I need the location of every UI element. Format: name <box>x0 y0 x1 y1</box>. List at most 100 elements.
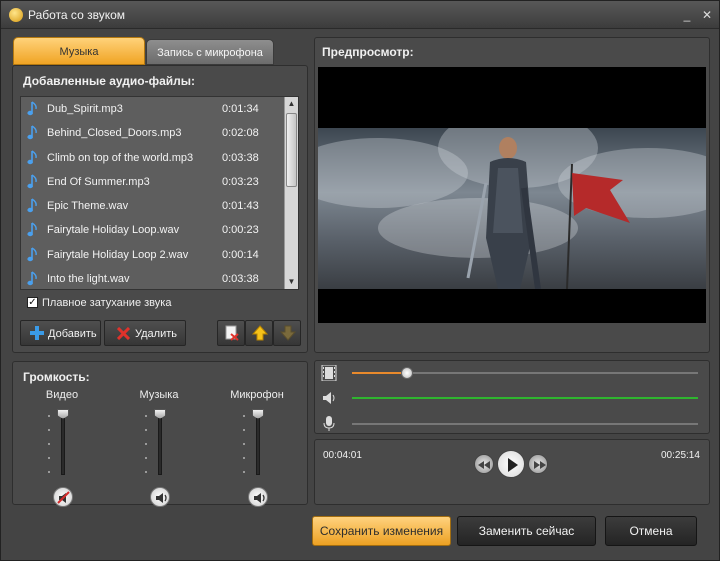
total-time: 00:25:14 <box>661 450 700 461</box>
audio-dialog-window: Работа со звуком _ ✕ Музыка Запись с мик… <box>0 0 720 561</box>
delete-label: Удалить <box>135 328 177 340</box>
music-mute-button[interactable] <box>150 487 170 507</box>
list-item[interactable]: Climb on top of the world.mp3 0:03:38 <box>21 146 298 170</box>
list-scrollbar[interactable]: ▲ ▼ <box>284 97 298 289</box>
microphone-mute-button[interactable] <box>248 487 268 507</box>
replace-now-button[interactable]: Заменить сейчас <box>457 516 596 546</box>
preview-heading: Предпросмотр: <box>322 45 414 59</box>
plus-icon <box>30 326 44 340</box>
file-name: Fairytale Holiday Loop.wav <box>47 224 180 237</box>
file-duration: 0:03:23 <box>222 175 259 188</box>
fast-forward-button[interactable] <box>528 454 548 474</box>
fade-checkbox[interactable]: ✓ <box>27 297 38 308</box>
file-duration: 0:02:08 <box>222 127 259 140</box>
volume-heading: Громкость: <box>23 370 90 384</box>
volume-ticks <box>243 415 245 477</box>
file-duration: 0:01:43 <box>222 200 259 213</box>
move-down-button[interactable] <box>273 320 301 346</box>
trim-audio-button[interactable] <box>217 320 245 346</box>
fade-label: Плавное затухание звука <box>42 297 172 309</box>
scroll-down-icon[interactable]: ▼ <box>285 276 298 288</box>
arrow-down-icon <box>280 325 296 341</box>
file-name: Climb on top of the world.mp3 <box>47 151 194 164</box>
music-note-icon <box>27 198 37 213</box>
rewind-icon <box>478 461 490 469</box>
speaker-muted-icon <box>57 491 70 504</box>
microphone-timeline-row <box>318 413 706 435</box>
file-name: End Of Summer.mp3 <box>47 175 150 188</box>
add-audio-button[interactable]: Добавить <box>20 320 101 346</box>
video-volume-label: Видео <box>45 389 79 401</box>
speaker-icon <box>156 493 167 503</box>
scroll-up-icon[interactable]: ▲ <box>285 98 298 110</box>
file-duration: 0:01:34 <box>222 103 259 115</box>
list-item[interactable]: Fairytale Holiday Loop 2.wav 0:00:14 <box>21 243 298 267</box>
video-progress-knob[interactable] <box>401 367 414 379</box>
delete-icon <box>117 327 130 340</box>
file-duration: 0:00:23 <box>222 224 259 237</box>
scroll-thumb[interactable] <box>286 113 297 187</box>
film-icon <box>321 365 337 381</box>
app-icon <box>9 8 23 22</box>
play-icon <box>508 458 518 472</box>
video-progress-slider[interactable] <box>352 367 698 379</box>
audio-files-heading: Добавленные аудио-файлы: <box>23 74 196 88</box>
window-title: Работа со звуком <box>28 8 125 22</box>
file-name: Into the light.wav <box>47 273 130 286</box>
music-note-icon <box>27 222 37 237</box>
play-button[interactable] <box>497 450 525 478</box>
microphone-volume-slider[interactable] <box>256 413 260 475</box>
video-mute-button[interactable] <box>53 487 73 507</box>
close-icon[interactable]: ✕ <box>699 7 715 23</box>
preview-frame <box>318 128 706 289</box>
current-time: 00:04:01 <box>323 450 362 461</box>
file-duration: 0:03:38 <box>222 151 259 164</box>
video-volume-slider[interactable] <box>61 413 65 475</box>
document-edit-icon <box>225 325 239 341</box>
audio-file-list[interactable]: Dub_Spirit.mp3 0:01:34 Behind_Closed_Doors… <box>20 96 299 290</box>
delete-audio-button[interactable]: Удалить <box>104 320 186 346</box>
music-note-icon <box>27 247 37 261</box>
move-up-button[interactable] <box>245 320 273 346</box>
microphone-volume-label: Микрофон <box>230 389 284 401</box>
speaker-icon <box>323 392 335 404</box>
music-volume-slider[interactable] <box>158 413 162 475</box>
music-note-icon <box>27 149 37 164</box>
music-track-line[interactable] <box>352 397 698 399</box>
file-name: Epic Theme.wav <box>47 200 129 213</box>
arrow-up-icon <box>252 325 268 341</box>
fast-forward-icon <box>534 461 546 469</box>
microphone-track-line[interactable] <box>352 423 698 425</box>
file-duration: 0:03:38 <box>222 273 259 286</box>
save-changes-button[interactable]: Сохранить изменения <box>312 516 451 546</box>
video-timeline-row <box>318 362 706 384</box>
list-item[interactable]: End Of Summer.mp3 0:03:23 <box>21 170 298 194</box>
volume-ticks <box>145 415 147 477</box>
speaker-icon <box>254 493 265 503</box>
list-item[interactable]: Fairytale Holiday Loop.wav 0:00:23 <box>21 218 298 242</box>
rewind-button[interactable] <box>474 454 494 474</box>
list-item[interactable]: Behind_Closed_Doors.mp3 0:02:08 <box>21 121 298 145</box>
music-note-icon <box>27 101 37 116</box>
video-preview[interactable] <box>318 67 706 323</box>
tab-microphone[interactable]: Запись с микрофона <box>146 39 274 65</box>
cancel-button[interactable]: Отмена <box>605 516 697 546</box>
music-note-icon <box>27 125 37 140</box>
music-note-icon <box>27 271 37 286</box>
list-item[interactable]: Dub_Spirit.mp3 0:01:34 <box>21 97 298 121</box>
volume-ticks <box>48 415 50 477</box>
file-name: Dub_Spirit.mp3 <box>47 103 123 115</box>
minimize-icon[interactable]: _ <box>679 7 695 23</box>
music-note-icon <box>27 174 37 189</box>
list-item[interactable]: Into the light.wav 0:03:38 <box>21 267 298 289</box>
microphone-icon <box>323 416 335 431</box>
file-duration: 0:00:14 <box>222 248 259 261</box>
music-timeline-row <box>318 387 706 409</box>
add-label: Добавить <box>48 328 97 340</box>
knight-figure-image <box>466 137 630 289</box>
file-name: Behind_Closed_Doors.mp3 <box>47 127 182 140</box>
tab-music[interactable]: Музыка <box>13 37 145 65</box>
file-name: Fairytale Holiday Loop 2.wav <box>47 248 189 261</box>
list-item[interactable]: Epic Theme.wav 0:01:43 <box>21 194 298 218</box>
music-volume-label: Музыка <box>139 389 179 401</box>
